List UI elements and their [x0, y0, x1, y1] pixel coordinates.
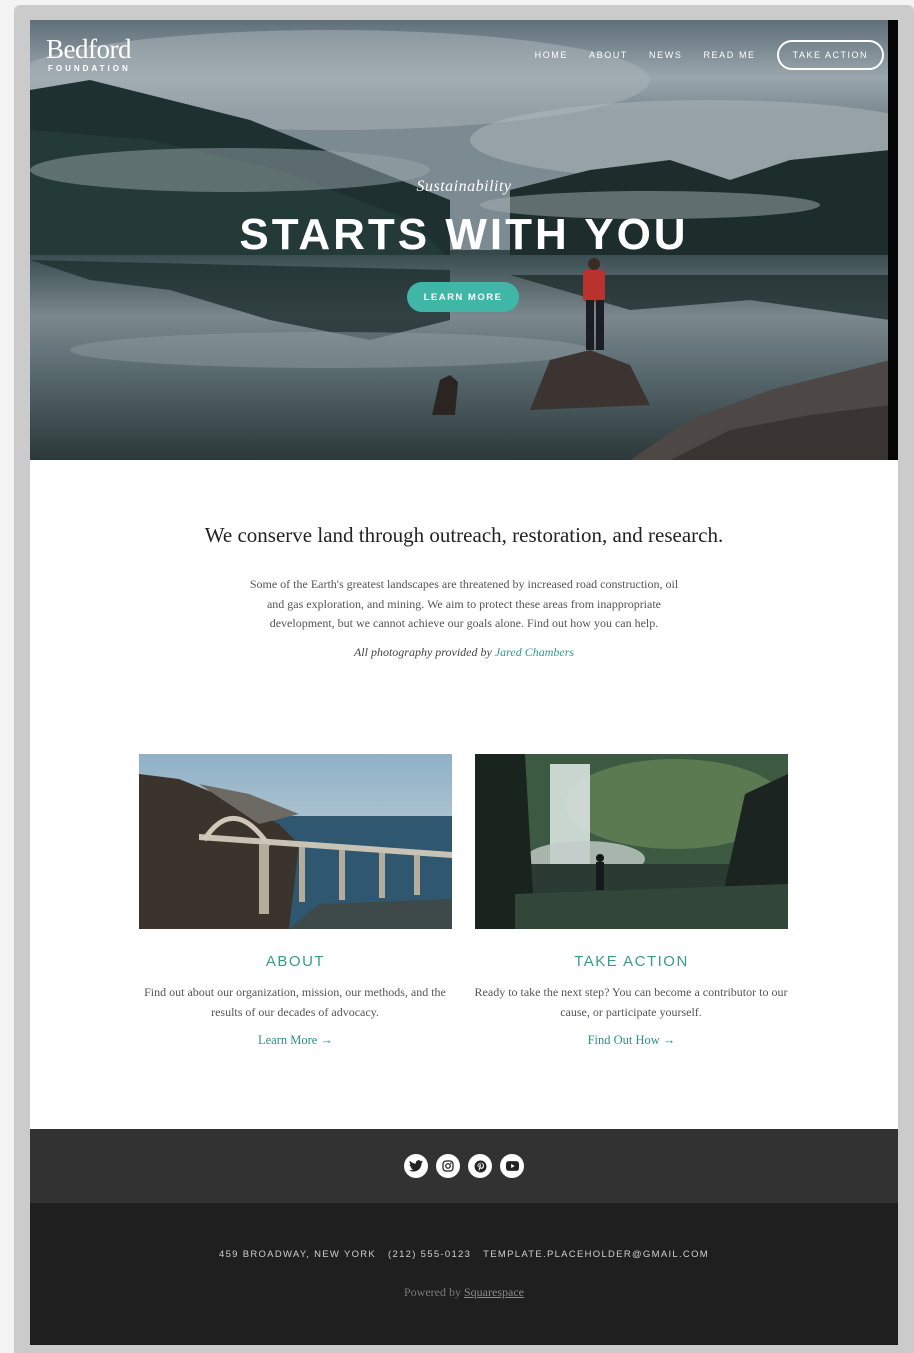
hero-title: STARTS WITH YOU	[239, 210, 689, 259]
photo-credit: All photography provided by Jared Chambe…	[30, 645, 898, 660]
about-card-title: ABOUT	[265, 953, 326, 970]
waterfall-photo	[475, 754, 788, 929]
powered-by-prefix: Powered by	[404, 1285, 461, 1299]
take-action-button[interactable]: TAKE ACTION	[776, 40, 884, 70]
intro-body: Some of the Earth's greatest landscapes …	[249, 577, 679, 630]
social-bar	[30, 1129, 898, 1203]
footer-contact: 459 BROADWAY, NEW YORK (212) 555-0123 TE…	[30, 1249, 898, 1260]
photographer-link[interactable]: Jared Chambers	[495, 645, 574, 659]
take-action-image[interactable]	[475, 754, 788, 929]
nav-item-about[interactable]: ABOUT	[589, 50, 628, 60]
instagram-icon[interactable]	[436, 1154, 460, 1178]
about-card-text: Find out about our organization, mission…	[144, 985, 446, 1019]
footer-address: 459 BROADWAY, NEW YORK	[219, 1249, 377, 1260]
logo-name: Bedford	[46, 34, 131, 64]
nav-item-home[interactable]: HOME	[535, 50, 568, 60]
youtube-icon[interactable]	[500, 1154, 524, 1178]
website: Bedford FOUNDATION HOME ABOUT NEWS READ …	[30, 20, 898, 1345]
take-action-card-text: Ready to take the next step? You can bec…	[474, 985, 788, 1019]
about-image[interactable]	[139, 754, 452, 929]
learn-more-link[interactable]: Learn More →	[139, 1033, 452, 1048]
photo-credit-prefix: All photography provided by	[353, 645, 492, 659]
pinterest-icon[interactable]	[468, 1154, 492, 1178]
site-logo[interactable]: Bedford FOUNDATION	[46, 34, 131, 73]
nav-item-news[interactable]: NEWS	[649, 50, 682, 60]
hero-section: Bedford FOUNDATION HOME ABOUT NEWS READ …	[30, 20, 898, 460]
footer-phone[interactable]: (212) 555-0123	[388, 1249, 471, 1260]
main-navigation: HOME ABOUT NEWS READ ME TAKE ACTION	[535, 40, 884, 70]
find-out-how-link[interactable]: Find Out How →	[475, 1033, 788, 1048]
squarespace-link[interactable]: Squarespace	[464, 1285, 524, 1299]
nav-item-read-me[interactable]: READ ME	[703, 50, 755, 60]
powered-by: Powered by Squarespace	[30, 1285, 898, 1300]
learn-more-button[interactable]: LEARN MORE	[407, 282, 519, 312]
bridge-photo	[139, 754, 452, 929]
footer: 459 BROADWAY, NEW YORK (212) 555-0123 TE…	[30, 1203, 898, 1345]
footer-email[interactable]: TEMPLATE.PLACEHOLDER@GMAIL.COM	[483, 1249, 709, 1260]
take-action-card-title: TAKE ACTION	[574, 953, 689, 970]
twitter-icon[interactable]	[404, 1154, 428, 1178]
hero-kicker: Sustainability	[416, 178, 512, 195]
intro-heading: We conserve land through outreach, resto…	[204, 523, 724, 547]
logo-subtitle: FOUNDATION	[48, 64, 131, 73]
